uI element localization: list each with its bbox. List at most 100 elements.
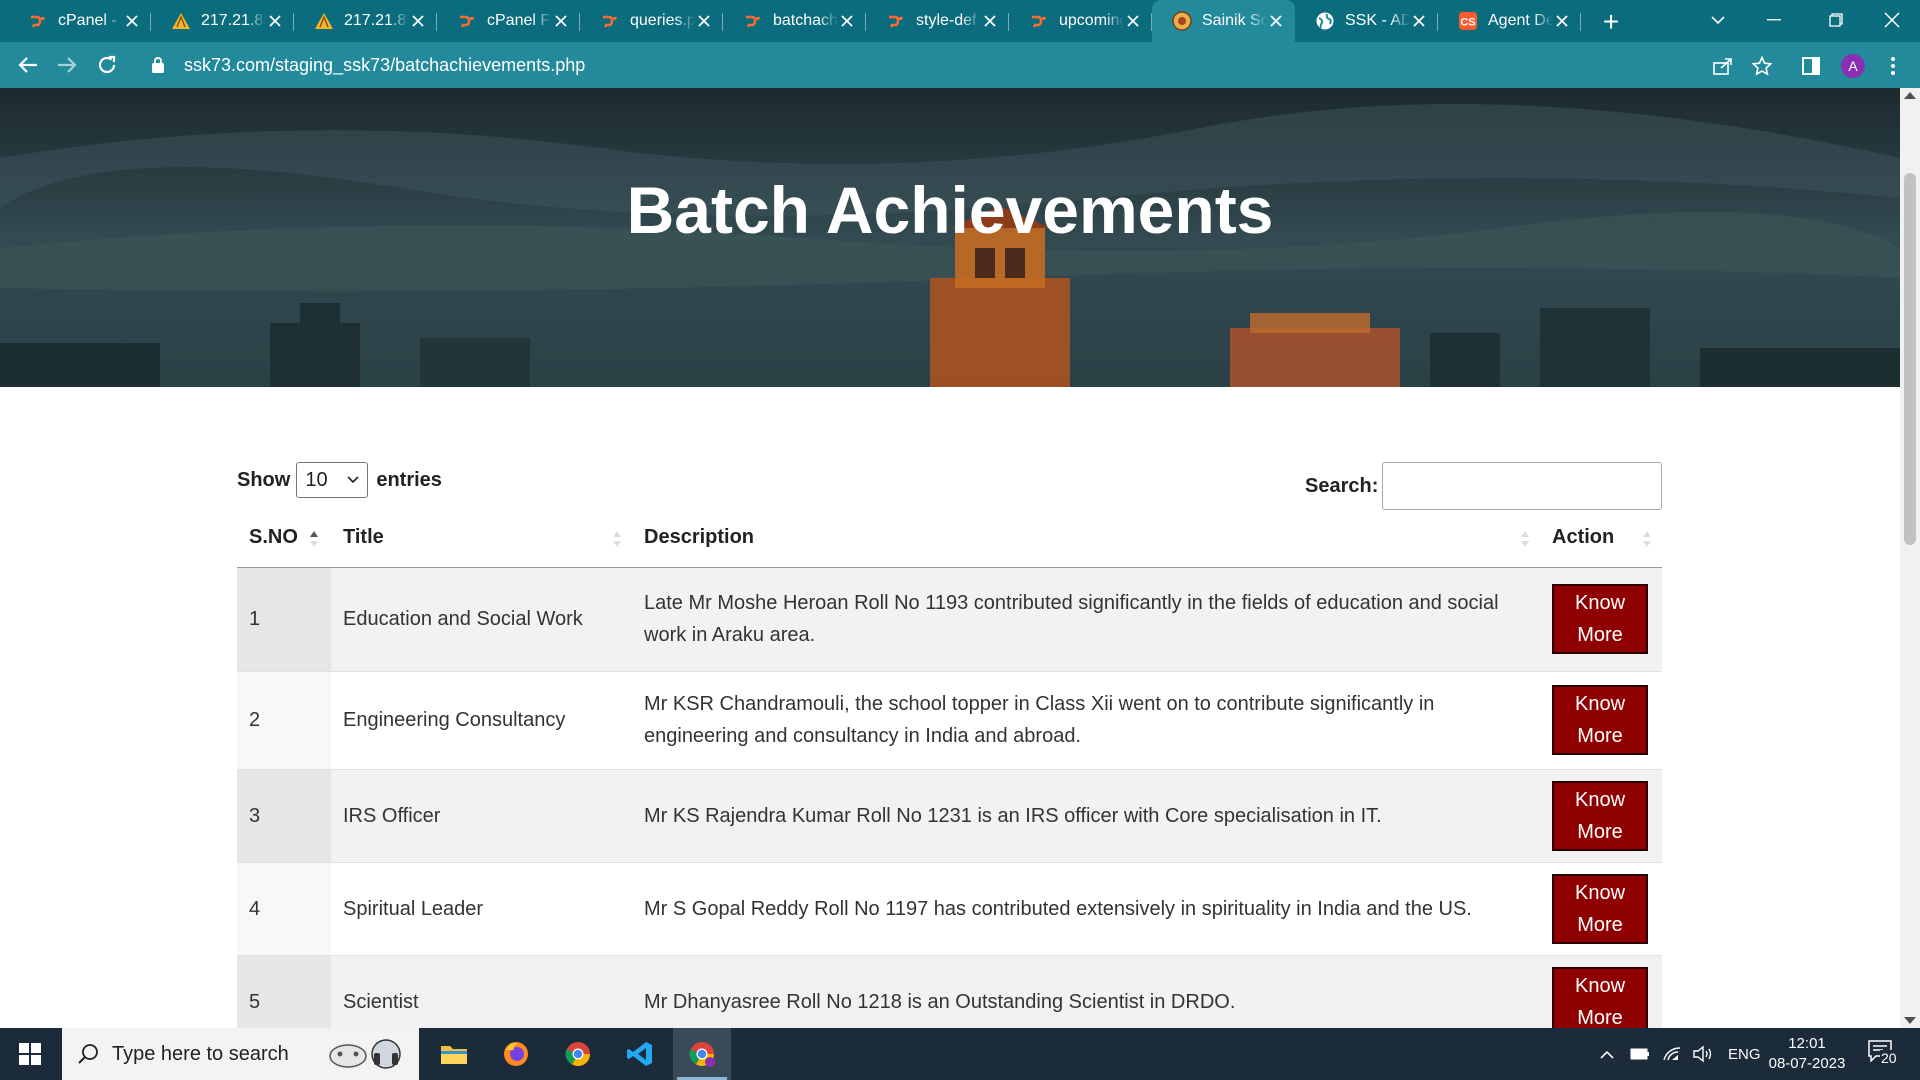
taskbar-search-box[interactable]: Type here to search: [62, 1028, 419, 1080]
table-search-input[interactable]: [1382, 462, 1663, 510]
taskbar-file-explorer[interactable]: [425, 1028, 483, 1080]
share-button[interactable]: [1710, 53, 1736, 79]
forward-button[interactable]: [51, 49, 83, 81]
close-tab-button[interactable]: [838, 12, 856, 30]
browser-tab[interactable]: batchach: [723, 6, 866, 36]
cpanel-icon: [457, 11, 477, 31]
column-header-sno[interactable]: S.NO: [237, 509, 331, 568]
taskbar-firefox[interactable]: [487, 1028, 545, 1080]
browser-tab[interactable]: queries.p: [580, 6, 723, 36]
restore-button[interactable]: [1808, 0, 1864, 40]
taskbar-chrome-profile[interactable]: [673, 1028, 731, 1080]
reload-button[interactable]: [91, 49, 123, 81]
browser-tab-label: 217.21.85: [344, 12, 409, 29]
scrollbar-thumb[interactable]: [1904, 173, 1916, 545]
column-header-title[interactable]: Title: [331, 509, 632, 568]
know-more-button[interactable]: Know More: [1552, 584, 1648, 654]
know-more-button[interactable]: Know More: [1552, 780, 1648, 851]
close-tab-button[interactable]: [1124, 12, 1142, 30]
entries-select[interactable]: 10: [296, 462, 369, 498]
close-icon: [1270, 15, 1282, 27]
close-tab-button[interactable]: [695, 12, 713, 30]
browser-tab[interactable]: cPanel Fil: [437, 6, 580, 36]
close-tab-button[interactable]: [981, 12, 999, 30]
browser-tab[interactable]: Sainik Sc: [1152, 0, 1295, 42]
bookmark-button[interactable]: [1749, 53, 1775, 79]
chevron-up-icon[interactable]: [1600, 1050, 1614, 1059]
browser-tab[interactable]: style-def: [866, 6, 1009, 36]
reload-icon: [98, 55, 116, 74]
cell-description: Mr S Gopal Reddy Roll No 1197 has contri…: [632, 862, 1540, 956]
browser-tab[interactable]: 217.21.85: [294, 6, 437, 36]
notification-count-badge: 20: [1880, 1050, 1898, 1066]
school-logo-icon: [1172, 11, 1192, 31]
notification-center-button[interactable]: 20: [1868, 1040, 1898, 1068]
close-tab-button[interactable]: [1410, 12, 1428, 30]
speaker-icon[interactable]: [1692, 1045, 1714, 1063]
close-icon: [126, 15, 138, 27]
cell-description: Late Mr Moshe Heroan Roll No 1193 contri…: [632, 567, 1540, 672]
browser-tab[interactable]: 217.21.85: [151, 6, 294, 36]
wifi-icon[interactable]: [1662, 1046, 1682, 1062]
browser-tab-label: queries.p: [630, 12, 695, 29]
address-bar[interactable]: ssk73.com/staging_ssk73/batchachievement…: [138, 48, 1906, 82]
close-tab-button[interactable]: [1553, 12, 1571, 30]
cell-action: Know More: [1540, 862, 1662, 956]
back-button[interactable]: [12, 49, 44, 81]
know-more-button[interactable]: Know More: [1552, 873, 1648, 944]
more-vertical-icon: [1891, 57, 1895, 75]
taskbar-chrome[interactable]: [549, 1028, 607, 1080]
close-window-button[interactable]: [1864, 0, 1920, 40]
taskbar-clock[interactable]: 12:01 08-07-2023: [1752, 1034, 1862, 1074]
column-header-label: S.NO: [249, 526, 298, 549]
know-more-button[interactable]: Know More: [1552, 966, 1648, 1028]
page-scrollbar[interactable]: [1900, 88, 1920, 1028]
table-row: 5 Scientist Mr Dhanyasree Roll No 1218 is …: [237, 955, 1662, 1028]
vscode-icon: [627, 1042, 652, 1066]
scroll-down-arrow-icon[interactable]: [1904, 1017, 1916, 1024]
close-tab-button[interactable]: [409, 12, 427, 30]
browser-tab-label: 217.21.85: [201, 12, 266, 29]
close-tab-button[interactable]: [552, 12, 570, 30]
close-tab-button[interactable]: [266, 12, 284, 30]
cell-action: Know More: [1540, 769, 1662, 863]
close-icon: [984, 15, 996, 27]
cpanel-icon: [28, 11, 48, 31]
browser-tab[interactable]: CS Agent De: [1438, 6, 1581, 36]
windows-logo-icon: [19, 1043, 41, 1065]
avatar: A: [1841, 54, 1865, 78]
scroll-up-arrow-icon[interactable]: [1904, 92, 1916, 99]
column-header-label: Description: [644, 526, 755, 549]
browser-tab[interactable]: SSK - AD: [1295, 6, 1438, 36]
new-tab-button[interactable]: +: [1597, 8, 1625, 36]
close-tab-button[interactable]: [1267, 12, 1285, 30]
start-button[interactable]: [0, 1028, 60, 1080]
browser-tab-label: batchach: [773, 12, 838, 29]
side-panel-button[interactable]: [1798, 53, 1824, 79]
chrome-icon: [689, 1042, 715, 1067]
cell-title: IRS Officer: [331, 769, 632, 863]
cpanel-icon: [743, 11, 763, 31]
column-header-description[interactable]: Description: [632, 509, 1540, 568]
cell-action: Know More: [1540, 671, 1662, 770]
svg-text:CS: CS: [1460, 17, 1475, 29]
battery-icon[interactable]: [1630, 1048, 1650, 1060]
browser-tab-label: upcoming: [1059, 12, 1124, 29]
browser-menu-button[interactable]: [1880, 53, 1906, 79]
globe-icon: [1315, 11, 1335, 31]
minimize-button[interactable]: [1746, 0, 1802, 40]
profile-button[interactable]: A: [1840, 53, 1866, 79]
tab-search-button[interactable]: [1690, 0, 1746, 40]
tab-separator: [1580, 13, 1581, 31]
server-warning-icon: [314, 11, 334, 31]
know-more-button[interactable]: Know More: [1552, 685, 1648, 755]
browser-tab[interactable]: cPanel - T: [8, 6, 151, 36]
taskbar-vscode[interactable]: [611, 1028, 669, 1080]
browser-tab[interactable]: upcoming: [1009, 6, 1152, 36]
folder-icon: [441, 1046, 467, 1064]
browser-tab-label: cPanel - T: [58, 12, 123, 29]
arrow-left-icon: [18, 57, 37, 73]
column-header-action[interactable]: Action: [1540, 509, 1662, 568]
column-header-label: Title: [343, 526, 384, 549]
close-tab-button[interactable]: [123, 12, 141, 30]
